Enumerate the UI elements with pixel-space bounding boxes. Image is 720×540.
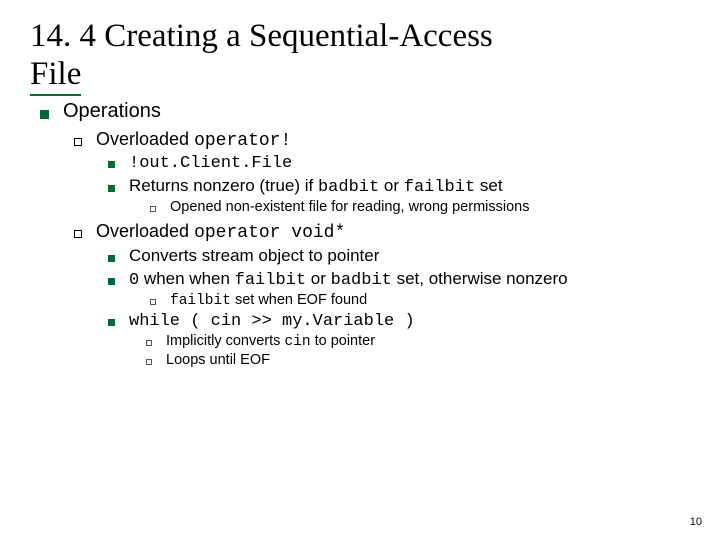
slide-body: Operations Overloaded operator! !out.Cli… — [30, 100, 690, 368]
bullet-icon — [108, 319, 115, 326]
bullet-icon — [150, 206, 156, 212]
bullet-icon — [150, 299, 156, 305]
text-converts-stream: Converts stream object to pointer — [129, 246, 379, 266]
bullet-icon — [108, 278, 115, 285]
bullet-icon — [108, 255, 115, 262]
text-loops-until-eof: Loops until EOF — [166, 352, 270, 368]
text-returns-nonzero: Returns nonzero (true) if badbit or fail… — [129, 176, 503, 197]
text-overloaded-voidstar: Overloaded operator void* — [96, 221, 345, 243]
code-outclientfile: !out.Client.File — [129, 154, 292, 173]
bullet-icon — [74, 230, 82, 238]
bullet-icon — [146, 340, 152, 346]
bullet-icon — [74, 138, 82, 146]
title-line-2: File — [30, 56, 81, 96]
bullet-icon — [40, 110, 49, 119]
code-while-cin: while ( cin >> my.Variable ) — [129, 312, 415, 331]
bullet-icon — [108, 185, 115, 192]
bullet-icon — [108, 161, 115, 168]
page-number: 10 — [690, 516, 702, 528]
slide-title: 14. 4 Creating a Sequential-Access File — [30, 18, 690, 96]
text-opened-nonexistent: Opened non-existent file for reading, wr… — [170, 199, 529, 215]
text-failbit-eof: failbit set when EOF found — [170, 292, 367, 309]
bullet-icon — [146, 359, 152, 365]
text-overloaded-bang: Overloaded operator! — [96, 129, 291, 151]
text-implicitly-converts: Implicitly converts cin to pointer — [166, 333, 375, 350]
text-zero-when: 0 when when failbit or badbit set, other… — [129, 269, 568, 290]
title-line-1: 14. 4 Creating a Sequential-Access — [30, 18, 690, 56]
text-operations: Operations — [63, 100, 161, 123]
